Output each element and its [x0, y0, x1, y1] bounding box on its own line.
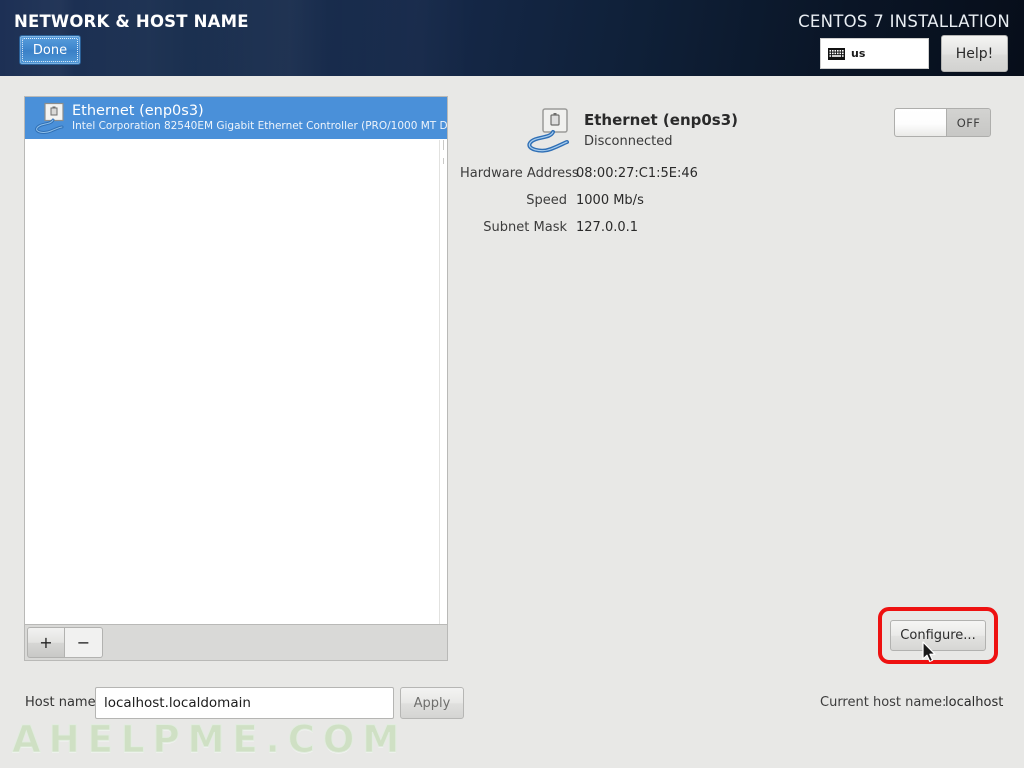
watermark: AHELPME.COM — [11, 718, 408, 762]
ethernet-cable-icon — [35, 102, 64, 134]
detail-row: Subnet Mask 127.0.0.1 — [460, 220, 980, 247]
device-power-toggle[interactable]: OFF — [894, 108, 991, 137]
add-device-button[interactable]: + — [27, 627, 65, 658]
detail-row: Speed 1000 Mb/s — [460, 193, 980, 220]
detail-status: Disconnected — [584, 134, 673, 149]
list-item-texts: Ethernet (enp0s3) Intel Corporation 8254… — [72, 103, 447, 133]
detail-value: 1000 Mb/s — [576, 193, 644, 208]
detail-value: 08:00:27:C1:5E:46 — [576, 166, 698, 181]
keyboard-layout-label: us — [851, 47, 866, 60]
list-item-title: Ethernet (enp0s3) — [72, 103, 204, 119]
detail-label: Subnet Mask — [483, 220, 567, 235]
detail-label: Speed — [526, 193, 567, 208]
configure-button[interactable]: Configure... — [890, 620, 986, 651]
remove-device-label: − — [76, 633, 91, 652]
detail-title: Ethernet (enp0s3) — [584, 111, 739, 129]
done-button-label: Done — [32, 42, 68, 58]
page-title: NETWORK & HOST NAME — [14, 12, 249, 31]
toggle-knob — [895, 109, 947, 136]
list-scrollbar[interactable] — [439, 140, 446, 624]
mouse-cursor-icon — [922, 641, 936, 663]
keyboard-layout-indicator[interactable]: us — [820, 38, 929, 69]
apply-button[interactable]: Apply — [400, 687, 464, 719]
configure-button-label: Configure... — [900, 628, 976, 643]
keyboard-icon — [828, 47, 845, 60]
host-name-input[interactable]: localhost.localdomain — [95, 687, 394, 719]
add-device-label: + — [39, 633, 53, 652]
ethernet-cable-icon — [527, 108, 569, 153]
detail-row: Hardware Address 08:00:27:C1:5E:46 — [460, 166, 980, 193]
current-host-name-value: localhost — [945, 695, 1004, 710]
list-item[interactable]: Ethernet (enp0s3) Intel Corporation 8254… — [25, 97, 447, 139]
remove-device-button[interactable]: − — [65, 627, 103, 658]
toggle-state-label: OFF — [947, 109, 990, 136]
list-item-description: Intel Corporation 82540EM Gigabit Ethern… — [72, 120, 447, 132]
device-list[interactable]: Ethernet (enp0s3) Intel Corporation 8254… — [24, 96, 448, 624]
help-button-label: Help! — [955, 45, 994, 62]
done-button[interactable]: Done — [19, 35, 81, 65]
current-host-name-label: Current host name: — [820, 695, 947, 710]
device-list-toolbar: + − — [24, 624, 448, 661]
host-name-label: Host name: — [25, 695, 100, 710]
detail-value: 127.0.0.1 — [576, 220, 639, 235]
installation-title: CENTOS 7 INSTALLATION — [798, 12, 1010, 31]
detail-rows: Hardware Address 08:00:27:C1:5E:46 Speed… — [460, 166, 980, 247]
installer-screen: NETWORK & HOST NAME CENTOS 7 INSTALLATIO… — [0, 0, 1024, 768]
detail-label: Hardware Address — [460, 166, 579, 181]
apply-button-label: Apply — [413, 695, 451, 711]
header-bar: NETWORK & HOST NAME CENTOS 7 INSTALLATIO… — [0, 0, 1024, 76]
help-button[interactable]: Help! — [941, 35, 1008, 72]
